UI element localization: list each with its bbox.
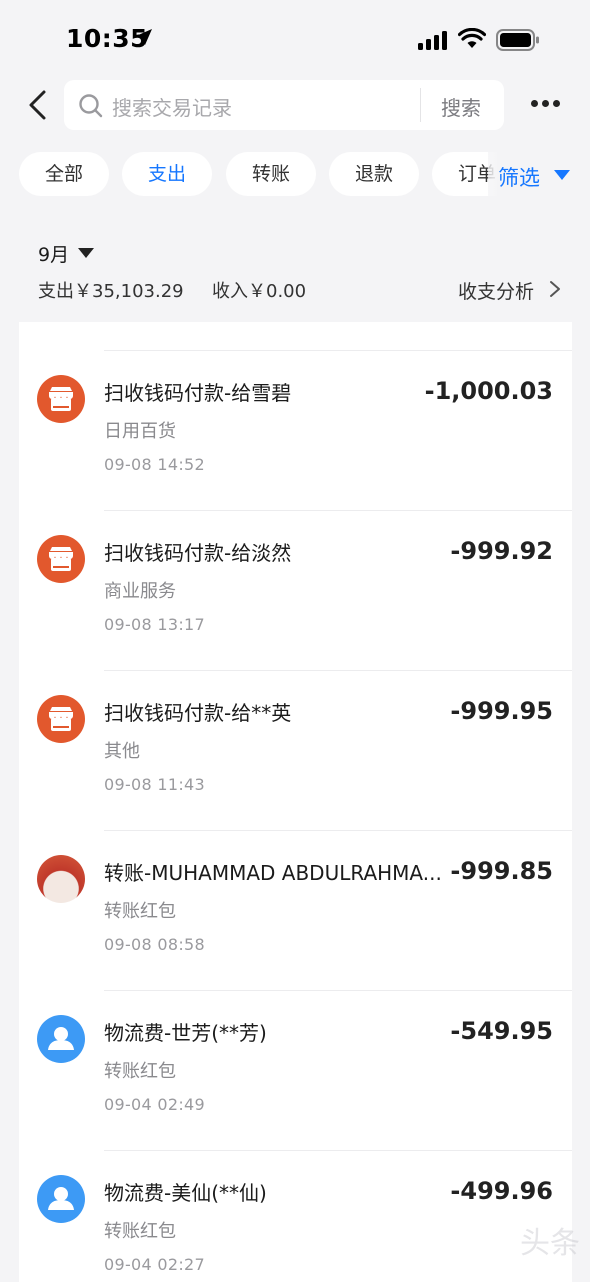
- shop-icon: [37, 695, 85, 743]
- transaction-row[interactable]: 扫收钱码付款-给**英 其他 09-08 11:43 -999.95: [19, 671, 572, 831]
- chip-expense[interactable]: 支出: [122, 152, 212, 196]
- transaction-datetime: 09-04 02:27: [104, 1255, 205, 1274]
- filter-button[interactable]: 筛选: [488, 152, 590, 198]
- transaction-category: 其他: [104, 741, 140, 762]
- transaction-category: 商业服务: [104, 581, 176, 602]
- more-options-icon[interactable]: [528, 96, 562, 112]
- income-total: 收入￥0.00: [212, 281, 307, 302]
- chevron-right-icon[interactable]: [548, 280, 562, 298]
- filter-chip-bar: 全部 支出 转账 退款 订单 筛选: [0, 152, 590, 198]
- transaction-row[interactable]: 物流费-世芳(**芳) 转账红包 09-04 02:49 -549.95: [19, 991, 572, 1151]
- transaction-category: 日用百货: [104, 421, 176, 442]
- avatar: [37, 855, 85, 903]
- transaction-amount: -999.95: [450, 697, 553, 725]
- transaction-amount: -499.96: [450, 1177, 553, 1205]
- filter-caret-icon: [554, 170, 570, 180]
- shop-icon: [37, 535, 85, 583]
- search-button[interactable]: 搜索: [441, 92, 481, 121]
- transaction-category: 转账红包: [104, 1061, 176, 1082]
- transaction-datetime: 09-08 11:43: [104, 775, 205, 794]
- cellular-signal-icon: [418, 30, 448, 50]
- search-icon: [79, 94, 103, 118]
- location-arrow-icon: [136, 29, 152, 45]
- transaction-title: 转账-MUHAMMAD ABDULRAHMA...: [104, 861, 442, 885]
- transaction-datetime: 09-04 02:49: [104, 1095, 205, 1114]
- watermark: 头条: [520, 1226, 580, 1261]
- transaction-amount: -999.92: [450, 537, 553, 565]
- battery-icon: [496, 29, 539, 51]
- expense-total: 支出￥35,103.29: [38, 281, 184, 302]
- transaction-row[interactable]: 扫收钱码付款-给雪碧 日用百货 09-08 14:52 -1,000.03: [19, 351, 572, 511]
- transaction-title: 扫收钱码付款-给淡然: [104, 541, 292, 565]
- filter-label: 筛选: [498, 166, 540, 190]
- analysis-link[interactable]: 收支分析: [458, 277, 534, 304]
- transaction-title: 物流费-世芳(**芳): [104, 1021, 267, 1045]
- transaction-row[interactable]: 扫收钱码付款-给淡然 商业服务 09-08 13:17 -999.92: [19, 511, 572, 671]
- month-caret-icon[interactable]: [78, 248, 94, 258]
- user-icon: [37, 1175, 85, 1223]
- transaction-row[interactable]: 物流费-美仙(**仙) 转账红包 09-04 02:27 -499.96: [19, 1151, 572, 1282]
- search-input[interactable]: 搜索交易记录 搜索: [64, 80, 504, 130]
- transaction-list: 扫收钱码付款-给雪碧 日用百货 09-08 14:52 -1,000.03 扫收钱码付款…: [19, 322, 572, 1282]
- back-arrow-icon[interactable]: [22, 88, 56, 122]
- search-placeholder: 搜索交易记录: [112, 96, 232, 120]
- search-divider: [420, 88, 421, 122]
- transaction-title: 扫收钱码付款-给**英: [104, 701, 292, 725]
- status-bar: 10:35: [0, 0, 590, 80]
- transaction-title: 物流费-美仙(**仙): [104, 1181, 267, 1205]
- transaction-datetime: 09-08 08:58: [104, 935, 205, 954]
- transaction-amount: -549.95: [450, 1017, 553, 1045]
- shop-icon: [37, 375, 85, 423]
- transaction-row[interactable]: 转账-MUHAMMAD ABDULRAHMA... 转账红包 09-08 08:58…: [19, 831, 572, 991]
- wifi-icon: [458, 28, 486, 48]
- chip-all[interactable]: 全部: [19, 152, 109, 196]
- transaction-amount: -1,000.03: [424, 377, 553, 405]
- transaction-datetime: 09-08 14:52: [104, 455, 205, 474]
- month-selector[interactable]: 9月: [38, 240, 69, 267]
- transaction-category: 转账红包: [104, 1221, 176, 1242]
- transaction-datetime: 09-08 13:17: [104, 615, 205, 634]
- transaction-category: 转账红包: [104, 901, 176, 922]
- user-icon: [37, 1015, 85, 1063]
- transaction-amount: -999.85: [450, 857, 553, 885]
- transaction-title: 扫收钱码付款-给雪碧: [104, 381, 292, 405]
- chip-transfer[interactable]: 转账: [226, 152, 316, 196]
- chip-refund[interactable]: 退款: [329, 152, 419, 196]
